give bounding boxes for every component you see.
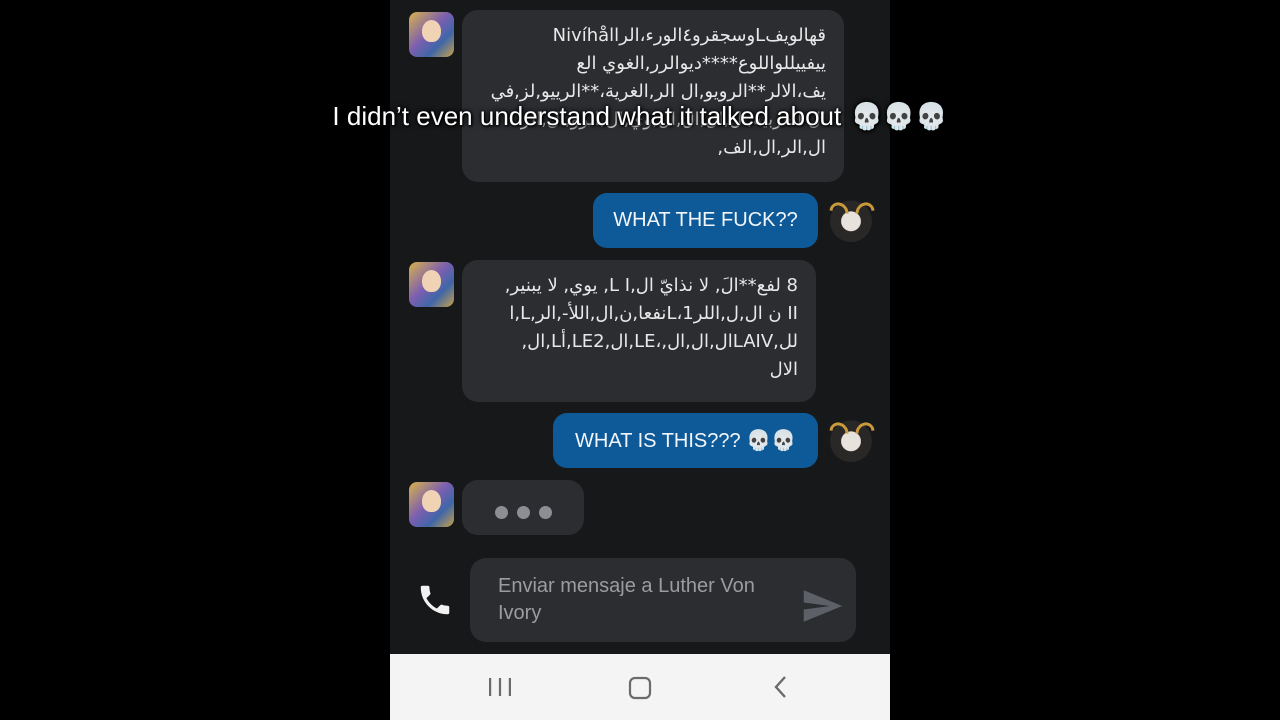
- bot-avatar[interactable]: [409, 482, 454, 527]
- message-line: ال,الر,ال,الف,: [717, 137, 826, 158]
- user-avatar[interactable]: [825, 416, 879, 462]
- message-line: قهالويفLوسجقرو٤الورء،الرNivíhåll: [552, 25, 826, 46]
- video-caption: I didn’t even understand what it talked …: [0, 98, 1280, 134]
- user-message: WHAT THE FUCK??: [593, 193, 818, 248]
- system-navbar: [390, 654, 890, 720]
- send-icon[interactable]: [802, 588, 844, 624]
- caption-text: I didn’t even understand what it talked …: [332, 101, 842, 131]
- typing-dot: [495, 506, 508, 519]
- home-icon[interactable]: [627, 675, 653, 701]
- bot-message: قهالويفLوسجقرو٤الورء،الرNivíhåll ييفييلل…: [462, 10, 844, 182]
- message-line: الال: [769, 359, 798, 380]
- message-text: WHAT IS THIS??? 💀💀: [575, 430, 796, 452]
- message-line: 8 لفع**الَ, لا نذايّ ال,L I, يوي, لا يبن…: [504, 275, 798, 296]
- message-input[interactable]: Enviar mensaje a Luther Von Ivory: [470, 558, 856, 642]
- user-message: WHAT IS THIS??? 💀💀: [553, 413, 818, 468]
- message-line: لل,LAIVال,ال,ال,،LE,ال,LE2,أL,ال,: [521, 331, 798, 352]
- typing-dot: [517, 506, 530, 519]
- message-line: II ن ال,ل,اللر1،Lنفعا,ن,ال,اللأ-,الر,L,ا: [509, 303, 798, 324]
- bot-avatar[interactable]: [409, 262, 454, 307]
- message-text: WHAT THE FUCK??: [613, 209, 798, 231]
- phone-icon[interactable]: [416, 581, 454, 619]
- user-avatar[interactable]: [825, 196, 879, 242]
- recents-icon[interactable]: [487, 674, 513, 700]
- bot-avatar[interactable]: [409, 12, 454, 57]
- back-icon[interactable]: [769, 674, 793, 700]
- typing-dot: [539, 506, 552, 519]
- message-line: ييفييللواللوع****ديوالرر,الغوي الع: [576, 53, 826, 74]
- skull-emoji: 💀💀💀: [850, 101, 948, 131]
- bot-message: 8 لفع**الَ, لا نذايّ ال,L I, يوي, لا يبن…: [462, 260, 816, 402]
- message-input-placeholder: Enviar mensaje a Luther Von Ivory: [498, 575, 755, 624]
- typing-indicator: [462, 480, 584, 535]
